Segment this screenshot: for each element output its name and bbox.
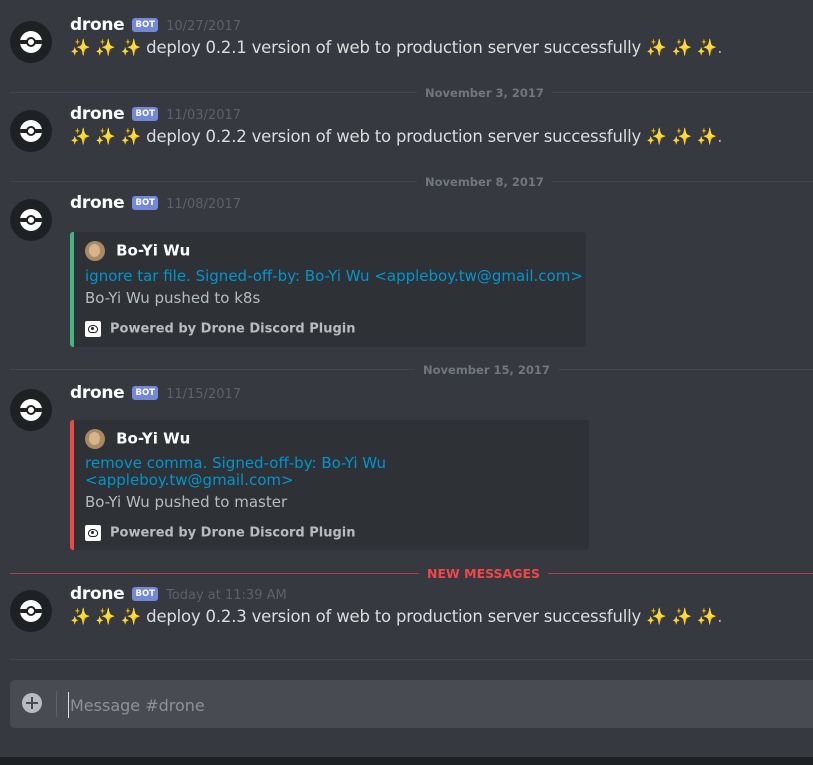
composer-separator — [10, 659, 813, 660]
embed-description: Bo-Yi Wu pushed to k8s — [85, 289, 261, 307]
bot-tag: BOT — [132, 196, 158, 210]
author-name[interactable]: drone — [70, 15, 125, 35]
bot-tag: BOT — [132, 18, 158, 32]
author-name[interactable]: drone — [70, 193, 125, 213]
embed-title-link[interactable]: ignore tar file. Signed-off-by: Bo-Yi Wu… — [85, 268, 583, 285]
date-divider: November 3, 2017 — [10, 85, 813, 101]
sparkles-icon: ✨ ✨ ✨ — [70, 127, 142, 146]
sparkles-icon: ✨ ✨ ✨. — [646, 127, 723, 146]
sparkles-icon: ✨ ✨ ✨ — [70, 38, 142, 57]
message-text: ✨ ✨ ✨ deploy 0.2.2 version of web to pro… — [70, 127, 722, 147]
bot-tag: BOT — [132, 107, 158, 121]
user-avatar-icon — [85, 240, 105, 261]
sparkles-icon: ✨ ✨ ✨. — [646, 607, 723, 626]
drone-avatar-icon[interactable] — [10, 21, 52, 63]
message-text: ✨ ✨ ✨ deploy 0.2.1 version of web to pro… — [70, 38, 722, 58]
sparkles-icon: ✨ ✨ ✨ — [70, 607, 142, 626]
embed-card: Bo-Yi Wu remove comma. Signed-off-by: Bo… — [70, 420, 589, 550]
drone-avatar-icon[interactable] — [10, 110, 52, 152]
embed-author-name[interactable]: Bo-Yi Wu — [116, 430, 190, 448]
drone-plugin-icon — [85, 525, 101, 541]
bot-tag: BOT — [132, 587, 158, 601]
timestamp: 11/03/2017 — [166, 108, 242, 123]
author-name[interactable]: drone — [70, 584, 125, 604]
author-name[interactable]: drone — [70, 383, 125, 403]
date-divider-label: November 8, 2017 — [417, 174, 552, 190]
embed-footer-text: Powered by Drone Discord Plugin — [110, 525, 356, 541]
embed-footer-text: Powered by Drone Discord Plugin — [110, 321, 356, 337]
timestamp: 10/27/2017 — [166, 19, 242, 34]
user-avatar-icon — [85, 428, 105, 449]
embed-author-name[interactable]: Bo-Yi Wu — [116, 242, 190, 260]
timestamp: 11/08/2017 — [166, 197, 242, 212]
new-messages-divider: NEW MESSAGES — [10, 566, 813, 582]
author-name[interactable]: drone — [70, 104, 125, 124]
timestamp: 11/15/2017 — [166, 387, 242, 402]
plus-circle-icon[interactable] — [22, 693, 42, 713]
date-divider-label: November 3, 2017 — [417, 85, 552, 101]
embed-footer: Powered by Drone Discord Plugin — [85, 525, 356, 541]
message-input[interactable] — [68, 692, 792, 718]
date-divider-label: November 15, 2017 — [415, 362, 558, 378]
embed-description: Bo-Yi Wu pushed to master — [85, 493, 288, 511]
embed-author: Bo-Yi Wu — [85, 240, 190, 261]
sparkles-icon: ✨ ✨ ✨. — [646, 38, 723, 57]
drone-avatar-icon[interactable] — [10, 389, 52, 431]
message-composer[interactable] — [10, 680, 813, 728]
drone-avatar-icon[interactable] — [10, 199, 52, 241]
embed-title-line[interactable]: remove comma. Signed-off-by: Bo-Yi Wu — [85, 455, 386, 472]
bottom-bar — [0, 757, 813, 765]
embed-card: Bo-Yi Wu ignore tar file. Signed-off-by:… — [70, 232, 586, 347]
embed-footer: Powered by Drone Discord Plugin — [85, 321, 356, 337]
embed-title-line[interactable]: <appleboy.tw@gmail.com> — [85, 472, 386, 489]
message-content: deploy 0.2.1 version of web to productio… — [146, 38, 642, 57]
new-messages-label: NEW MESSAGES — [419, 566, 549, 582]
drone-plugin-icon — [85, 321, 101, 337]
date-divider: November 15, 2017 — [10, 362, 813, 378]
bot-tag: BOT — [132, 386, 158, 400]
message-text: ✨ ✨ ✨ deploy 0.2.3 version of web to pro… — [70, 607, 722, 627]
message-content: deploy 0.2.3 version of web to productio… — [146, 607, 642, 626]
embed-title-link[interactable]: remove comma. Signed-off-by: Bo-Yi Wu <a… — [85, 455, 386, 489]
timestamp: Today at 11:39 AM — [166, 588, 287, 603]
composer-divider — [56, 691, 57, 717]
date-divider: November 8, 2017 — [10, 174, 813, 190]
embed-author: Bo-Yi Wu — [85, 428, 190, 449]
drone-avatar-icon[interactable] — [10, 590, 52, 632]
message-content: deploy 0.2.2 version of web to productio… — [146, 127, 642, 146]
